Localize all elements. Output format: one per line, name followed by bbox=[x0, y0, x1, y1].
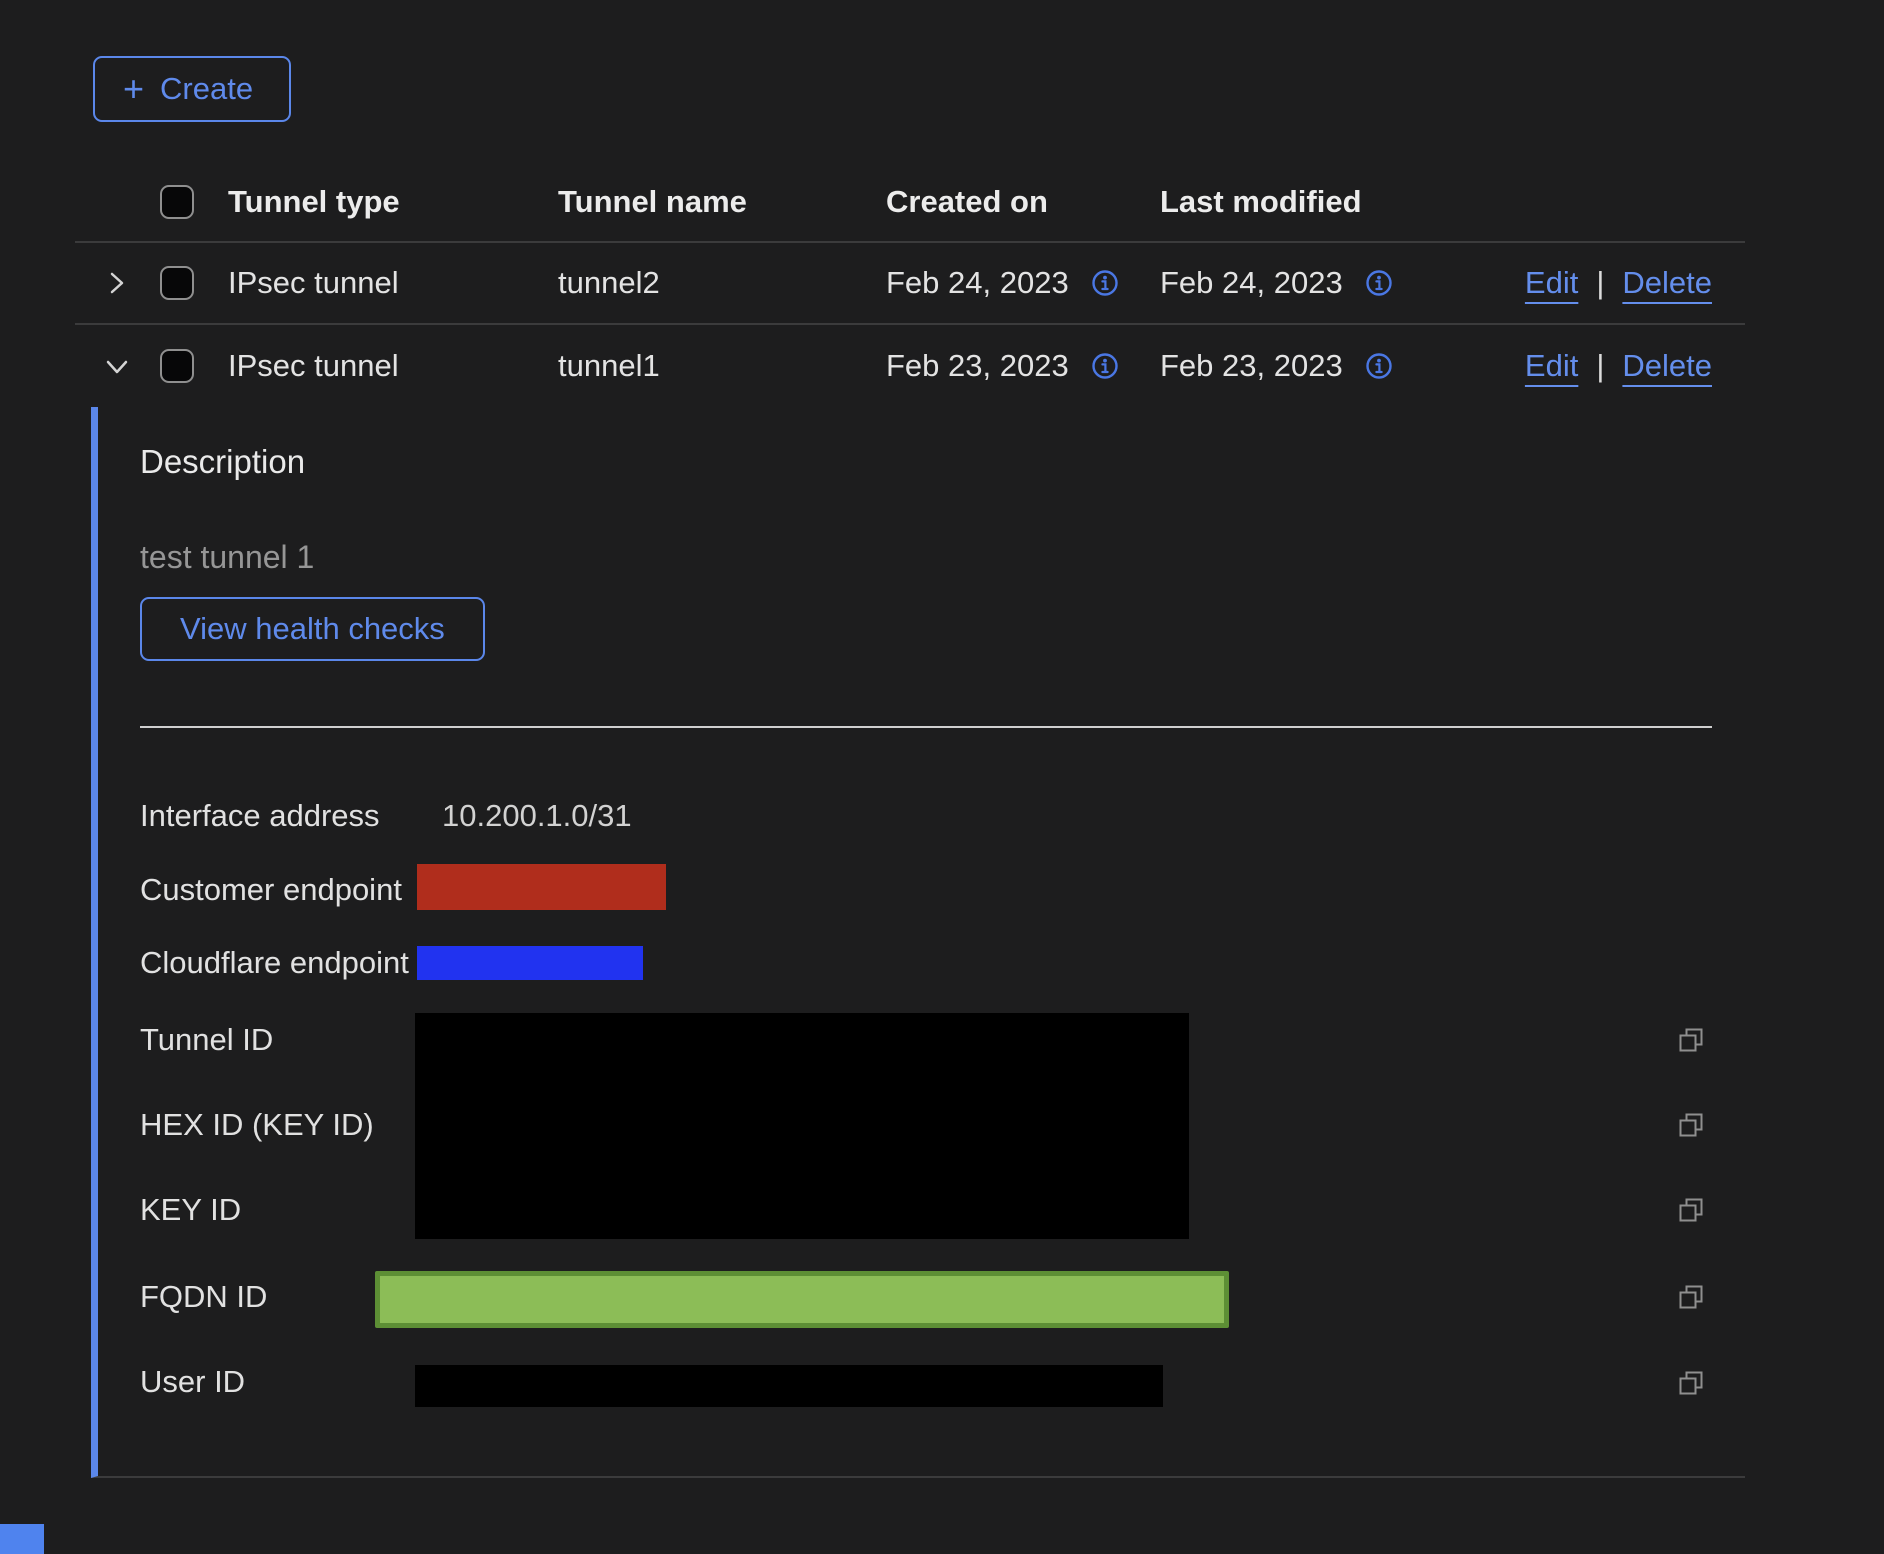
created-on-cell: Feb 24, 2023 bbox=[886, 265, 1069, 301]
plus-icon: + bbox=[123, 71, 144, 107]
copy-icon[interactable] bbox=[1676, 1195, 1706, 1225]
section-divider bbox=[140, 726, 1712, 728]
cloudflare-endpoint-redacted-value bbox=[417, 946, 643, 980]
row-checkbox[interactable] bbox=[160, 266, 194, 300]
copy-icon[interactable] bbox=[1676, 1282, 1706, 1312]
customer-endpoint-label: Customer endpoint bbox=[140, 870, 402, 910]
edit-link[interactable]: Edit bbox=[1525, 265, 1578, 301]
tunnels-page: + Create Tunnel type Tunnel name Created… bbox=[0, 0, 1884, 1554]
expanded-tunnel-panel: Description test tunnel 1 View health ch… bbox=[91, 407, 1745, 1478]
table-row: IPsec tunnel tunnel2 Feb 24, 2023 Feb 24… bbox=[75, 243, 1745, 325]
hex-id-label: HEX ID (KEY ID) bbox=[140, 1105, 374, 1145]
fqdn-id-label: FQDN ID bbox=[140, 1277, 267, 1317]
last-modified-cell: Feb 24, 2023 bbox=[1160, 265, 1343, 301]
header-tunnel-name: Tunnel name bbox=[558, 184, 886, 220]
header-created-on: Created on bbox=[886, 184, 1160, 220]
info-icon[interactable] bbox=[1365, 269, 1393, 297]
action-separator: | bbox=[1596, 265, 1604, 301]
description-value: test tunnel 1 bbox=[140, 539, 314, 576]
delete-link[interactable]: Delete bbox=[1622, 348, 1712, 384]
interface-address-value: 10.200.1.0/31 bbox=[442, 796, 632, 836]
cloudflare-endpoint-label: Cloudflare endpoint bbox=[140, 943, 409, 983]
customer-endpoint-redacted-value bbox=[417, 864, 666, 910]
action-separator: | bbox=[1596, 348, 1604, 384]
tunnel-type-cell: IPsec tunnel bbox=[228, 265, 558, 301]
chevron-down-icon[interactable] bbox=[102, 352, 132, 380]
interface-address-label: Interface address bbox=[140, 796, 380, 836]
copy-icon[interactable] bbox=[1676, 1025, 1706, 1055]
tunnel-type-cell: IPsec tunnel bbox=[228, 348, 558, 384]
tunnel-id-label: Tunnel ID bbox=[140, 1020, 273, 1060]
ids-redacted-value-block bbox=[415, 1013, 1189, 1239]
header-last-modified: Last modified bbox=[1160, 184, 1745, 220]
fqdn-id-redacted-value bbox=[375, 1271, 1229, 1328]
table-row: IPsec tunnel tunnel1 Feb 23, 2023 Feb 23… bbox=[75, 325, 1745, 407]
tunnel-name-cell: tunnel1 bbox=[558, 348, 886, 384]
bottom-blue-fragment bbox=[0, 1524, 44, 1554]
copy-icon[interactable] bbox=[1676, 1110, 1706, 1140]
created-on-cell: Feb 23, 2023 bbox=[886, 348, 1069, 384]
edit-link[interactable]: Edit bbox=[1525, 348, 1578, 384]
user-id-label: User ID bbox=[140, 1362, 245, 1402]
view-health-checks-button[interactable]: View health checks bbox=[140, 597, 485, 661]
description-label: Description bbox=[140, 443, 305, 481]
header-tunnel-type: Tunnel type bbox=[228, 184, 558, 220]
info-icon[interactable] bbox=[1091, 352, 1119, 380]
last-modified-cell: Feb 23, 2023 bbox=[1160, 348, 1343, 384]
key-id-label: KEY ID bbox=[140, 1190, 241, 1230]
user-id-redacted-value bbox=[415, 1365, 1163, 1407]
select-all-checkbox[interactable] bbox=[160, 185, 194, 219]
delete-link[interactable]: Delete bbox=[1622, 265, 1712, 301]
row-checkbox[interactable] bbox=[160, 349, 194, 383]
chevron-right-icon[interactable] bbox=[102, 269, 130, 297]
copy-icon[interactable] bbox=[1676, 1368, 1706, 1398]
table-header-row: Tunnel type Tunnel name Created on Last … bbox=[75, 163, 1745, 243]
create-button-label: Create bbox=[160, 71, 253, 107]
info-icon[interactable] bbox=[1091, 269, 1119, 297]
create-button[interactable]: + Create bbox=[93, 56, 291, 122]
tunnel-name-cell: tunnel2 bbox=[558, 265, 886, 301]
info-icon[interactable] bbox=[1365, 352, 1393, 380]
